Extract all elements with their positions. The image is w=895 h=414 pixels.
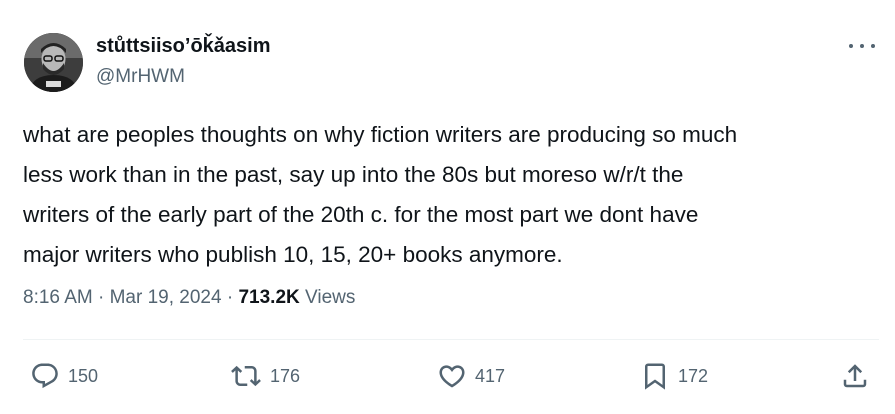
bookmark-count: 172 xyxy=(678,365,709,386)
more-options-icon[interactable] xyxy=(849,36,875,56)
tweet-text-line: major writers who publish 10, 15, 20+ bo… xyxy=(23,242,563,267)
views-count: 713.2K xyxy=(238,287,300,308)
heart-icon xyxy=(439,365,465,388)
avatar[interactable] xyxy=(24,33,83,92)
retweet-count: 176 xyxy=(270,365,301,386)
tweet-time[interactable]: 8:16 AM xyxy=(23,287,93,308)
meta-separator: · xyxy=(226,287,239,308)
divider xyxy=(23,339,879,340)
meta-separator: · xyxy=(98,287,110,308)
share-icon xyxy=(843,364,867,388)
tweet-text-line: less work than in the past, say up into … xyxy=(23,162,684,187)
bookmark-button[interactable]: 172 xyxy=(640,361,708,391)
tweet-card: stůttsiiso’ōǩǎasim @MrHWM what are peopl… xyxy=(0,0,895,414)
tweet-text-line: writers of the early part of the 20th c.… xyxy=(23,202,699,227)
like-button[interactable]: 417 xyxy=(437,361,505,391)
reply-count: 150 xyxy=(68,365,99,386)
like-count: 417 xyxy=(475,365,506,386)
tweet-text: what are peoples thoughts on why fiction… xyxy=(23,115,883,275)
author-display-name[interactable]: stůttsiiso’ōǩǎasim xyxy=(96,35,271,58)
author-handle[interactable]: @MrHWM xyxy=(96,66,185,88)
share-button[interactable] xyxy=(840,361,870,391)
bookmark-icon xyxy=(645,363,665,390)
reply-button[interactable]: 150 xyxy=(30,361,98,391)
tweet-meta: 8:16 AM · Mar 19, 2024 · 713.2K Views xyxy=(23,287,355,309)
more-dot xyxy=(860,44,864,48)
views-label: Views xyxy=(305,287,356,308)
tweet-date[interactable]: Mar 19, 2024 xyxy=(110,287,222,308)
retweet-button[interactable]: 176 xyxy=(230,361,300,391)
reply-icon xyxy=(32,363,58,389)
tweet-text-line: what are peoples thoughts on why fiction… xyxy=(23,122,738,147)
more-dot xyxy=(849,44,853,48)
retweet-icon xyxy=(231,365,261,387)
more-dot xyxy=(871,44,875,48)
